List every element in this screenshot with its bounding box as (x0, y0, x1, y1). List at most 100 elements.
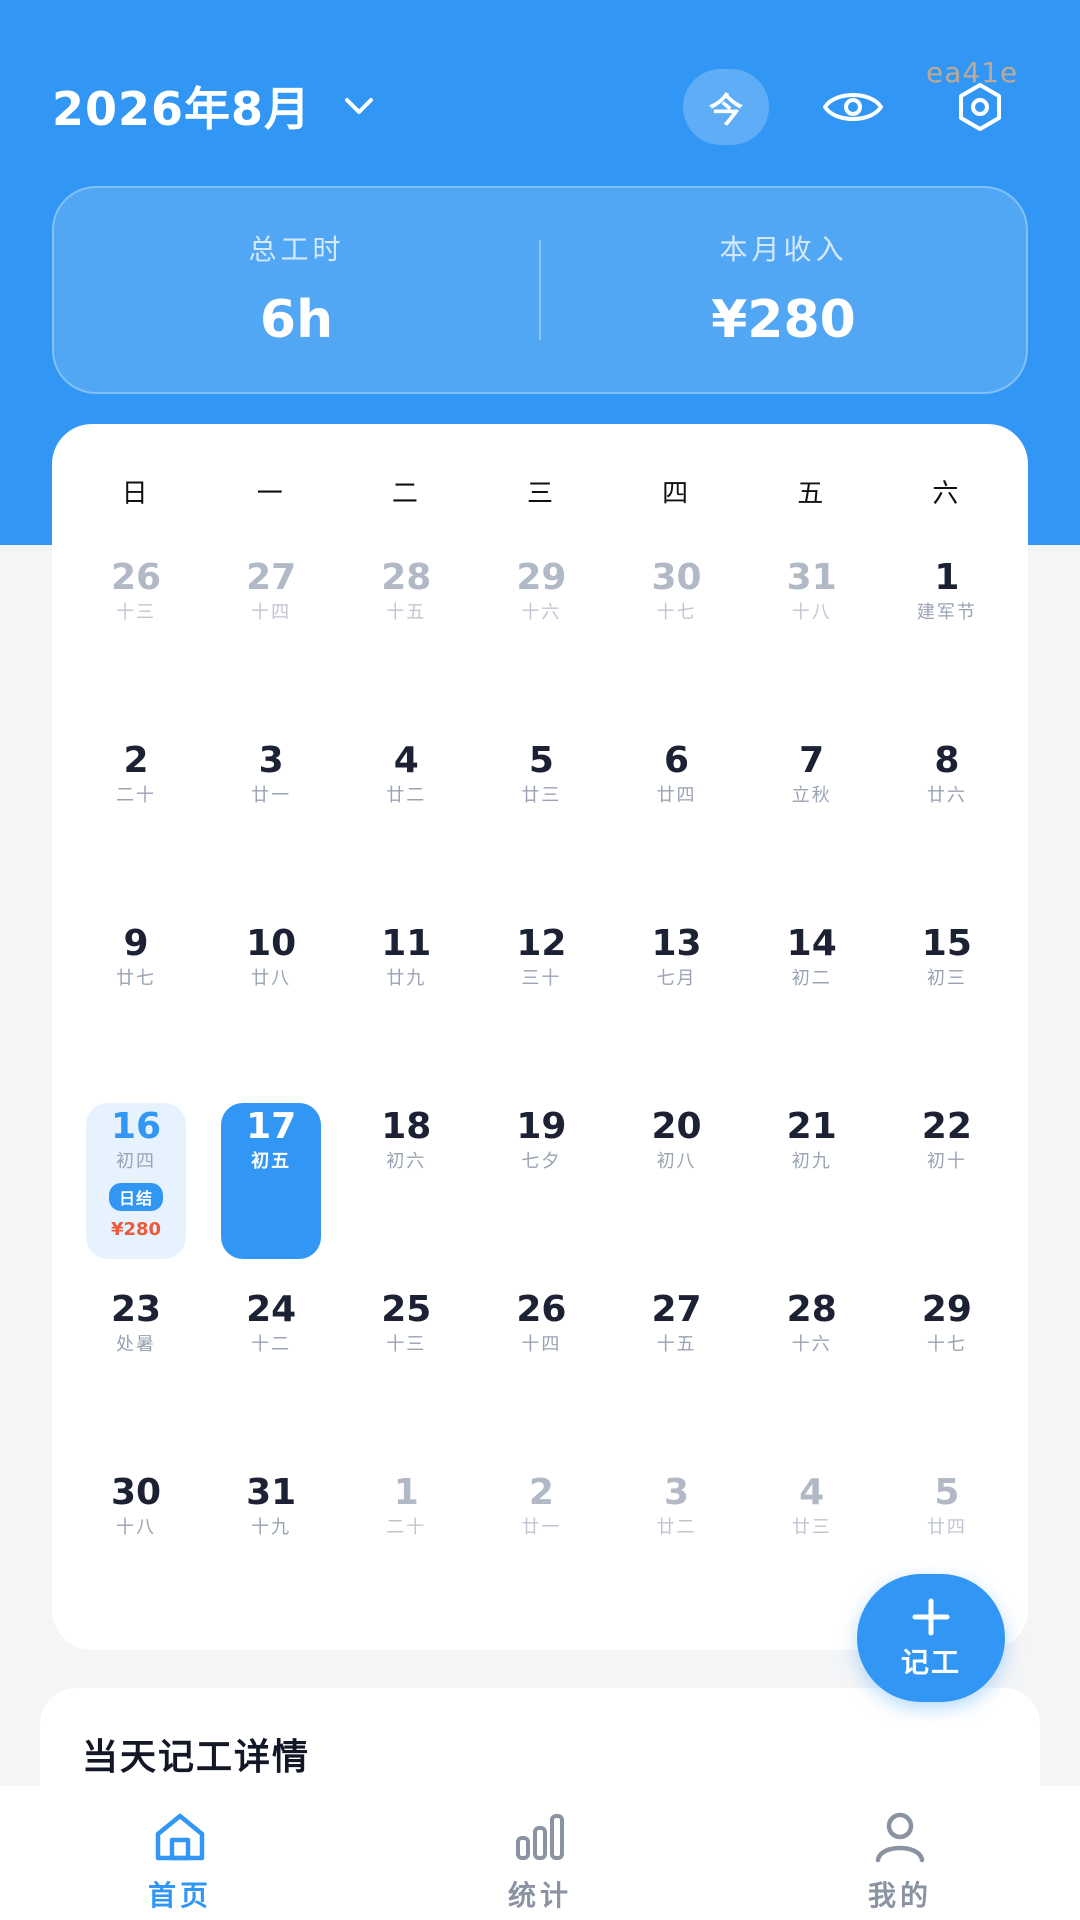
lunar-date: 廿三 (521, 785, 562, 806)
calendar-day-content: 20 初八 (627, 1103, 727, 1259)
calendar-day-cell[interactable]: 19 七夕 (472, 1097, 607, 1280)
calendar-day-content: 5 廿三 (491, 737, 591, 893)
calendar-day-content: 7 立秋 (762, 737, 862, 893)
lunar-date: 建军节 (916, 602, 977, 623)
calendar-day-cell[interactable]: 10 廿八 (202, 914, 337, 1097)
calendar-day-cell[interactable]: 16 初四日结 ¥280 (67, 1097, 202, 1280)
calendar-day-content: 28 十五 (356, 554, 456, 710)
chevron-down-icon (345, 98, 374, 114)
calendar-day-cell[interactable]: 4 廿二 (337, 731, 472, 914)
calendar-day-cell[interactable]: 17 初五 (202, 1097, 337, 1280)
day-number: 31 (786, 557, 837, 598)
calendar-day-cell[interactable]: 3 廿一 (202, 731, 337, 914)
calendar-day-content: 29 十六 (491, 554, 591, 710)
month-picker[interactable]: 2026年8月 (52, 76, 379, 136)
calendar-day-cell[interactable]: 2 廿一 (472, 1463, 607, 1646)
lunar-date: 十九 (251, 1517, 292, 1538)
calendar-day-cell[interactable]: 3 廿二 (608, 1463, 743, 1646)
calendar-day-cell[interactable]: 24 十二 (202, 1280, 337, 1463)
calendar-day-cell[interactable]: 26 十四 (472, 1280, 607, 1463)
calendar-day-cell[interactable]: 27 十五 (608, 1280, 743, 1463)
calendar-day-content: 31 十九 (221, 1469, 321, 1625)
calendar-day-cell[interactable]: 25 十三 (337, 1280, 472, 1463)
calendar-day-content: 6 廿四 (627, 737, 727, 893)
weekday-label: 五 (797, 479, 824, 509)
calendar-day-content: 30 十七 (627, 554, 727, 710)
calendar-day-cell[interactable]: 31 十九 (202, 1463, 337, 1646)
calendar-day-cell[interactable]: 29 十六 (472, 548, 607, 731)
nav-item-stats[interactable]: 统计 (360, 1786, 720, 1920)
lunar-date: 廿三 (791, 1517, 832, 1538)
calendar-day-cell[interactable]: 28 十五 (337, 548, 472, 731)
monthly-summary-card: 总工时 6h 本月收入 ¥280 (52, 186, 1028, 394)
calendar-day-cell[interactable]: 29 十七 (878, 1280, 1013, 1463)
calendar-day-cell[interactable]: 27 十四 (202, 548, 337, 731)
lunar-date: 十四 (251, 602, 292, 623)
day-number: 22 (921, 1106, 972, 1147)
calendar-day-cell[interactable]: 6 廿四 (608, 731, 743, 914)
calendar-day-cell[interactable]: 13 七月 (608, 914, 743, 1097)
calendar-day-content: 24 十二 (221, 1286, 321, 1442)
day-number: 11 (381, 923, 432, 964)
day-income-amount: ¥280 (110, 1219, 162, 1240)
calendar-day-cell[interactable]: 12 三十 (472, 914, 607, 1097)
today-button[interactable]: 今 (683, 69, 769, 145)
day-number: 17 (246, 1106, 297, 1147)
calendar-day-cell[interactable]: 23 处暑 (67, 1280, 202, 1463)
calendar-day-cell[interactable]: 28 十六 (743, 1280, 878, 1463)
calendar-day-cell[interactable]: 30 十七 (608, 548, 743, 731)
settlement-badge: 日结 (108, 1183, 163, 1211)
calendar-grid: 26 十三 27 十四 28 十五 29 十六 30 十七 31 十八 1 建军节 2 二十 3 廿一 4 廿二 5 廿三… (67, 548, 1013, 1646)
day-number: 15 (921, 923, 972, 964)
total-hours-label: 总工时 (248, 233, 345, 266)
day-number: 2 (528, 1472, 554, 1513)
lunar-date: 初二 (791, 968, 832, 989)
calendar-day-cell[interactable]: 20 初八 (608, 1097, 743, 1280)
day-number: 16 (110, 1106, 162, 1147)
settings-button[interactable] (937, 69, 1023, 145)
plus-icon (912, 1598, 950, 1636)
lunar-date: 初九 (791, 1151, 832, 1172)
calendar-day-cell[interactable]: 26 十三 (67, 548, 202, 731)
calendar-day-cell[interactable]: 31 十八 (743, 548, 878, 731)
calendar-day-cell[interactable]: 11 廿九 (337, 914, 472, 1097)
calendar-day-cell[interactable]: 21 初九 (743, 1097, 878, 1280)
visibility-toggle-button[interactable] (810, 69, 896, 145)
weekday-label: 四 (662, 479, 689, 509)
day-number: 1 (393, 1472, 419, 1513)
calendar-day-cell[interactable]: 5 廿三 (472, 731, 607, 914)
calendar-day-content: 25 十三 (356, 1286, 456, 1442)
lunar-date: 初四 (116, 1151, 156, 1172)
calendar-day-content: 4 廿三 (762, 1469, 862, 1625)
user-icon (875, 1812, 925, 1863)
calendar-day-cell[interactable]: 1 二十 (337, 1463, 472, 1646)
calendar-day-cell[interactable]: 2 二十 (67, 731, 202, 914)
calendar-day-cell[interactable]: 7 立秋 (743, 731, 878, 914)
calendar-day-content: 3 廿二 (627, 1469, 727, 1625)
lunar-date: 三十 (521, 968, 562, 989)
day-number: 23 (110, 1289, 162, 1330)
calendar-day-cell[interactable]: 15 初三 (878, 914, 1013, 1097)
lunar-date: 廿九 (386, 968, 427, 989)
lunar-date: 十八 (791, 602, 832, 623)
nav-item-home[interactable]: 首页 (0, 1786, 360, 1920)
calendar-day-cell[interactable]: 4 廿三 (743, 1463, 878, 1646)
calendar-day-cell[interactable]: 1 建军节 (878, 548, 1013, 731)
add-record-button[interactable]: 记工 (857, 1574, 1005, 1702)
nav-label-home: 首页 (147, 1879, 212, 1912)
lunar-date: 廿四 (926, 1517, 967, 1538)
calendar-day-cell[interactable]: 18 初六 (337, 1097, 472, 1280)
calendar-day-content: 13 七月 (627, 920, 727, 1076)
day-number: 3 (664, 1472, 690, 1513)
nav-item-profile[interactable]: 我的 (720, 1786, 1080, 1920)
calendar-day-cell[interactable]: 14 初二 (743, 914, 878, 1097)
day-number: 27 (246, 557, 297, 598)
lunar-date: 初三 (926, 968, 967, 989)
lunar-date: 初六 (386, 1151, 427, 1172)
calendar-day-content: 12 三十 (491, 920, 591, 1076)
calendar-day-cell[interactable]: 30 十八 (67, 1463, 202, 1646)
calendar-day-cell[interactable]: 8 廿六 (878, 731, 1013, 914)
calendar-day-cell[interactable]: 9 廿七 (67, 914, 202, 1097)
calendar-day-cell[interactable]: 22 初十 (878, 1097, 1013, 1280)
calendar-day-content: 28 十六 (762, 1286, 862, 1442)
